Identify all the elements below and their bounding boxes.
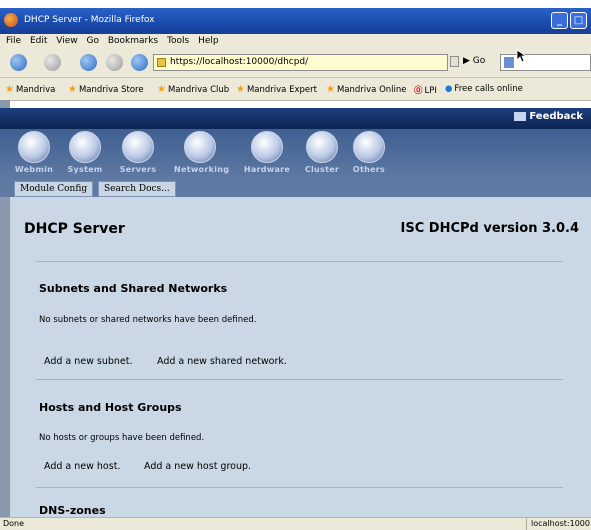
category-label: Others: [352, 165, 386, 174]
category-webmin[interactable]: Webmin: [8, 131, 60, 174]
feedback-button[interactable]: Feedback: [514, 111, 583, 122]
category-cluster[interactable]: Cluster: [296, 131, 348, 174]
status-bar: Done localhost:1000: [0, 517, 591, 530]
dropdown-icon[interactable]: [450, 56, 459, 67]
category-others[interactable]: Others: [343, 131, 395, 174]
main-content: DHCP Server ISC DHCPd version 3.0.4 Subn…: [10, 197, 591, 517]
category-label: Webmin: [14, 165, 54, 174]
go-button[interactable]: ▶ Go: [463, 56, 485, 66]
category-label: Cluster: [304, 165, 340, 174]
go-label: Go: [472, 56, 486, 66]
bookmark-mandriva-expert[interactable]: ★ Mandriva Expert: [236, 84, 317, 95]
subnets-heading: Subnets and Shared Networks: [39, 282, 228, 295]
star-icon: ★: [326, 84, 335, 95]
webmin-icon: [18, 131, 50, 163]
home-icon[interactable]: [131, 54, 148, 71]
bookmark-label: Mandriva Expert: [246, 85, 317, 95]
forward-icon[interactable]: [44, 54, 61, 71]
menu-go[interactable]: Go: [86, 34, 98, 49]
category-label: Servers: [119, 165, 157, 174]
menu-tools[interactable]: Tools: [167, 34, 189, 49]
bookmark-label: Free calls online: [454, 84, 523, 94]
cursor-icon: [516, 49, 526, 63]
divider: [36, 261, 563, 262]
reload-icon[interactable]: [80, 54, 97, 71]
servers-icon: [122, 131, 154, 163]
search-input[interactable]: [500, 54, 591, 71]
bookmark-lpi[interactable]: ⓪ LPI: [414, 84, 437, 96]
status-text: Done: [3, 519, 25, 528]
minimize-icon[interactable]: _: [551, 12, 568, 29]
star-icon: ★: [236, 84, 245, 95]
others-icon: [353, 131, 385, 163]
window-titlebar: DHCP Server - Mozilla Firefox _ □: [0, 8, 591, 34]
module-tabs: Module Config Search Docs...: [0, 180, 591, 197]
bookmark-label: Mandriva Online: [336, 85, 407, 95]
category-hardware[interactable]: Hardware: [241, 131, 293, 174]
category-label: Networking: [174, 165, 230, 174]
maximize-icon[interactable]: □: [570, 12, 587, 29]
star-icon: ★: [5, 84, 14, 95]
category-system[interactable]: System: [59, 131, 111, 174]
bookmark-label: Mandriva: [15, 85, 56, 95]
bookmarks-toolbar: ★ Mandriva ★ Mandriva Store ★ Mandriva Club…: [0, 78, 591, 101]
star-icon: ★: [157, 84, 166, 95]
category-networking[interactable]: Networking: [174, 131, 230, 174]
mail-icon: [514, 111, 527, 121]
add-subnet-link[interactable]: Add a new subnet.: [44, 356, 133, 367]
google-icon: [504, 57, 514, 68]
menu-bookmarks[interactable]: Bookmarks: [108, 34, 158, 49]
hardware-icon: [251, 131, 283, 163]
bookmark-free-calls[interactable]: ● Free calls online: [445, 84, 523, 94]
webmin-header: Feedback: [0, 108, 591, 129]
dns-zones-heading: DNS-zones: [39, 504, 106, 517]
menu-edit[interactable]: Edit: [30, 34, 47, 49]
navigation-toolbar: https://localhost:10000/dhcpd/ ▶ Go: [0, 49, 591, 78]
hosts-empty-note: No hosts or groups have been defined.: [39, 433, 205, 443]
add-host-group-link[interactable]: Add a new host group.: [144, 461, 251, 472]
url-bar[interactable]: https://localhost:10000/dhcpd/: [153, 54, 448, 71]
hosts-heading: Hosts and Host Groups: [39, 401, 182, 414]
url-text: https://localhost:10000/dhcpd/: [170, 57, 309, 67]
networking-icon: [184, 131, 216, 163]
module-config-tab[interactable]: Module Config: [14, 181, 94, 197]
category-label: System: [67, 165, 103, 174]
divider: [36, 379, 563, 380]
window-title: DHCP Server - Mozilla Firefox: [24, 15, 155, 25]
status-host: localhost:1000: [526, 518, 590, 530]
stop-icon[interactable]: [106, 54, 123, 71]
page-title: DHCP Server: [24, 221, 125, 237]
go-icon: ▶: [463, 56, 473, 66]
menu-bar: File Edit View Go Bookmarks Tools Help: [0, 34, 591, 49]
bookmark-label: Mandriva Club: [167, 85, 230, 95]
version-label: ISC DHCPd version 3.0.4: [400, 221, 579, 236]
skype-icon: ●: [445, 84, 453, 94]
feedback-label: Feedback: [529, 111, 583, 122]
bookmark-mandriva-club[interactable]: ★ Mandriva Club: [157, 84, 229, 95]
category-servers[interactable]: Servers: [112, 131, 164, 174]
bookmark-mandriva-store[interactable]: ★ Mandriva Store: [68, 84, 144, 95]
category-strip: Webmin System Servers Networking Hardwar…: [0, 129, 591, 180]
star-icon: ★: [68, 84, 77, 95]
add-host-link[interactable]: Add a new host.: [44, 461, 120, 472]
search-docs-tab[interactable]: Search Docs...: [98, 181, 176, 197]
bookmark-mandriva-online[interactable]: ★ Mandriva Online: [326, 84, 407, 95]
system-icon: [69, 131, 101, 163]
back-icon[interactable]: [10, 54, 27, 71]
firefox-icon: [4, 13, 18, 27]
lpi-icon: ⓪: [414, 86, 423, 96]
subnets-empty-note: No subnets or shared networks have been …: [39, 315, 257, 325]
lock-icon: [157, 58, 166, 67]
cluster-icon: [306, 131, 338, 163]
bookmark-mandriva[interactable]: ★ Mandriva: [5, 84, 55, 95]
bookmark-label: LPI: [424, 86, 437, 96]
category-label: Hardware: [243, 165, 291, 174]
menu-file[interactable]: File: [6, 34, 21, 49]
add-shared-network-link[interactable]: Add a new shared network.: [157, 356, 287, 367]
menu-help[interactable]: Help: [198, 34, 219, 49]
divider: [36, 487, 563, 488]
bookmark-label: Mandriva Store: [78, 85, 144, 95]
menu-view[interactable]: View: [56, 34, 77, 49]
